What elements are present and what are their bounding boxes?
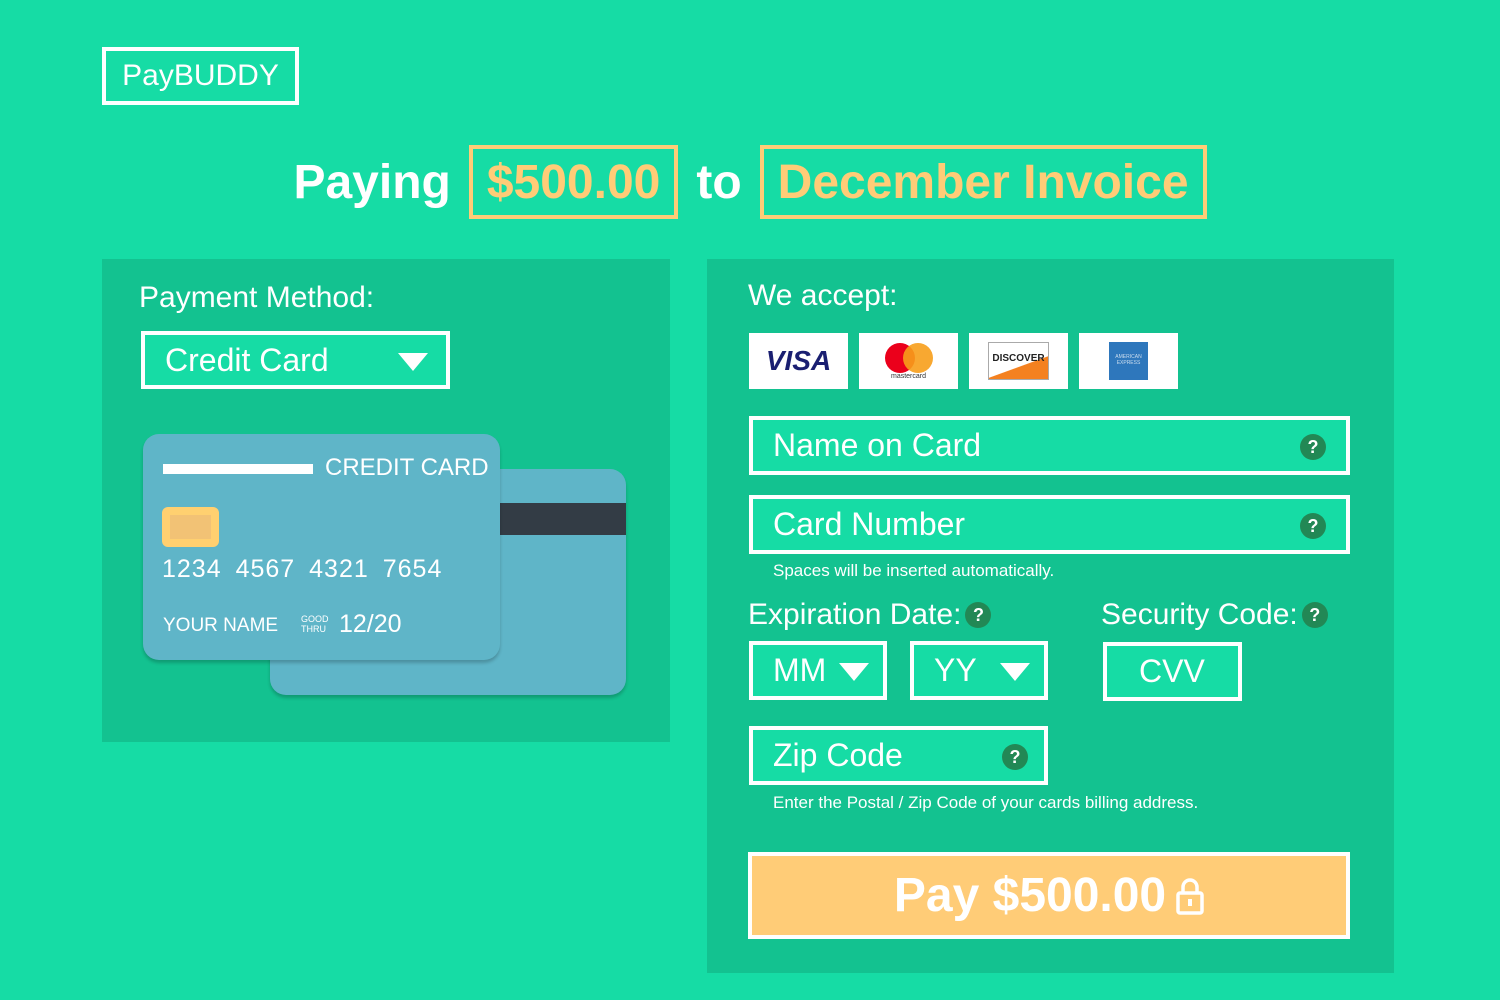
help-icon[interactable]: ? — [965, 602, 992, 628]
chevron-down-icon — [398, 353, 428, 371]
payment-method-value: Credit Card — [165, 341, 329, 378]
name-on-card-input[interactable]: Name on Card ? — [749, 416, 1350, 475]
name-on-card-placeholder: Name on Card — [773, 427, 982, 463]
amex-logo: AMERICAN EXPRESS — [1079, 333, 1178, 389]
chevron-down-icon — [839, 663, 869, 681]
we-accept-label: We accept: — [748, 279, 898, 312]
card-title: CREDIT CARD — [325, 454, 489, 481]
headline-prefix: Paying — [293, 155, 451, 209]
card-front-illustration: CREDIT CARD 1234 4567 4321 7654 YOUR NAM… — [143, 434, 500, 660]
cvv-input[interactable]: CVV — [1103, 642, 1242, 701]
card-number: 1234 4567 4321 7654 — [162, 555, 443, 583]
card-number-input[interactable]: Card Number ? — [749, 495, 1350, 554]
payee-badge: December Invoice — [759, 145, 1207, 219]
help-icon[interactable]: ? — [1300, 513, 1326, 539]
chevron-down-icon — [1000, 663, 1030, 681]
card-number-placeholder: Card Number — [773, 506, 966, 542]
expiration-month-select[interactable]: MM — [749, 641, 887, 700]
chip-icon — [162, 507, 219, 547]
zip-code-input[interactable]: Zip Code ? — [749, 726, 1048, 785]
payment-method-select[interactable]: Credit Card — [141, 331, 450, 389]
help-icon[interactable]: ? — [1301, 602, 1328, 628]
zip-code-hint: Enter the Postal / Zip Code of your card… — [773, 793, 1199, 812]
card-expiry: 12/20 — [339, 610, 402, 638]
pay-button[interactable]: Pay $500.00 — [748, 852, 1350, 939]
visa-logo: VISA — [749, 333, 848, 389]
security-code-label: Security Code:? — [1101, 598, 1328, 632]
card-number-hint: Spaces will be inserted automatically. — [773, 561, 1055, 580]
expiration-year-select[interactable]: YY — [910, 641, 1048, 700]
brand-logo: PayBUDDY — [102, 47, 299, 105]
help-icon[interactable]: ? — [1300, 434, 1326, 460]
card-holder-name: YOUR NAME — [163, 615, 279, 636]
good-thru-label: GOOD THRU — [301, 614, 329, 634]
discover-logo: DISCOVER — [969, 333, 1068, 389]
pay-button-label: Pay $500.00 — [893, 869, 1167, 922]
lock-icon — [1176, 877, 1204, 915]
mastercard-logo: mastercard — [859, 333, 958, 389]
amount-badge: $500.00 — [468, 145, 679, 219]
payment-method-label: Payment Method: — [139, 281, 375, 314]
card-bar — [163, 464, 313, 474]
headline-connector: to — [696, 155, 742, 209]
payment-headline: Paying $500.00 to December Invoice — [0, 145, 1500, 219]
help-icon[interactable]: ? — [1002, 744, 1028, 770]
expiration-date-label: Expiration Date:? — [748, 598, 992, 632]
payment-method-panel: Payment Method: Credit Card 987 CREDIT C… — [102, 259, 670, 742]
